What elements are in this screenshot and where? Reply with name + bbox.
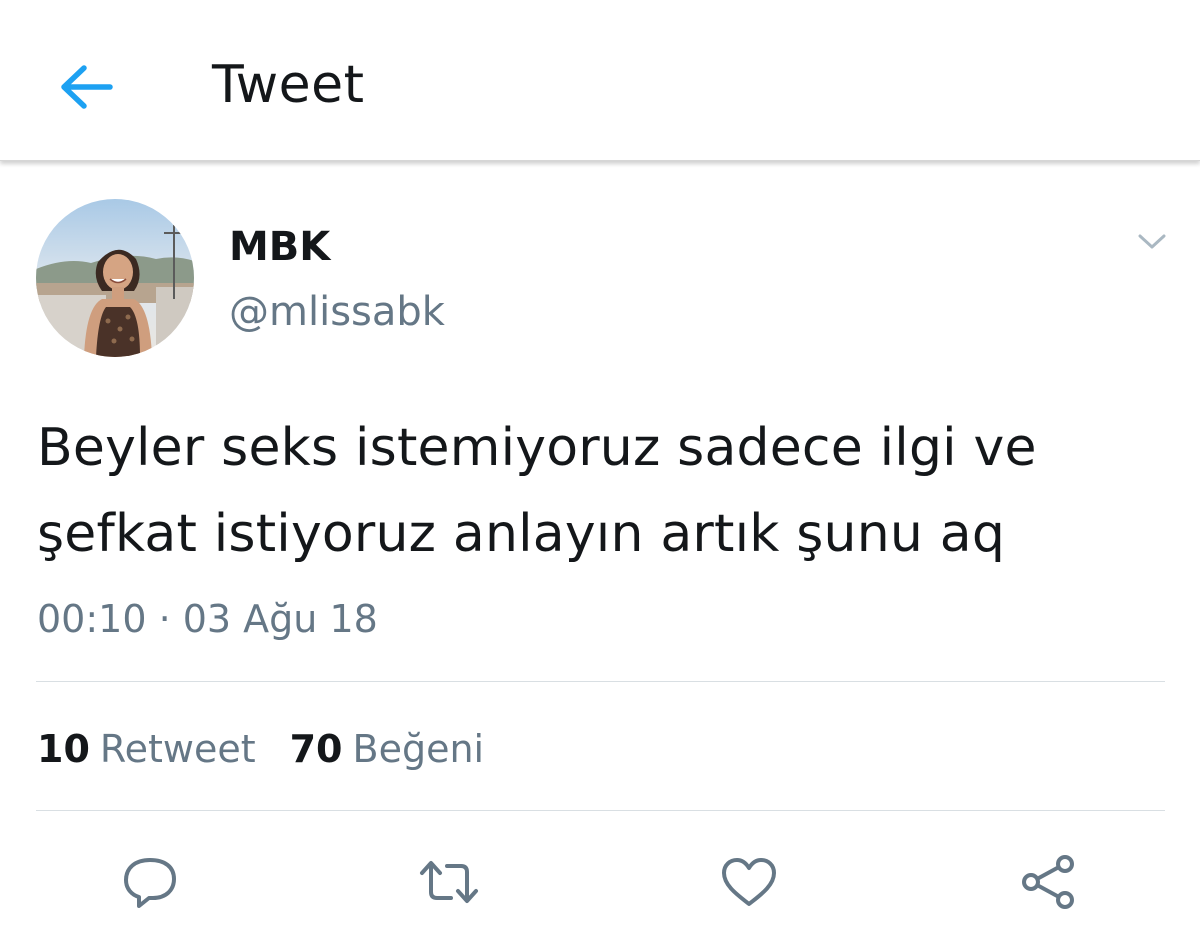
tweet-text: Beyler seks istemiyoruz sadece ilgi ve ş… (37, 418, 1037, 564)
back-button[interactable] (50, 55, 122, 119)
page-title: Tweet (212, 55, 365, 115)
retweets-stat[interactable]: 10 Retweet (37, 722, 256, 776)
likes-label: Beğeni (352, 727, 485, 771)
divider (36, 810, 1165, 811)
tweet-menu-button[interactable] (1128, 222, 1176, 262)
retweet-button[interactable] (417, 850, 481, 914)
share-button[interactable] (1017, 850, 1081, 914)
likes-stat[interactable]: 70 Beğeni (290, 722, 484, 776)
retweet-icon (420, 861, 478, 903)
like-button[interactable] (717, 850, 781, 914)
retweets-label: Retweet (99, 727, 256, 771)
reply-icon (124, 858, 176, 908)
retweets-count: 10 (37, 727, 90, 771)
chevron-down-icon (1138, 234, 1166, 249)
divider (36, 681, 1165, 682)
tweet-detail-screen: Tweet MBK @mlissabk Beyler seks istemiyo… (0, 0, 1200, 950)
likes-count: 70 (289, 727, 343, 771)
app-header: Tweet (0, 0, 1200, 161)
arrow-left-icon (61, 65, 113, 109)
author-display-name[interactable]: MBK (229, 222, 330, 272)
tweet-stats: 10 Retweet 70 Beğeni (37, 722, 484, 776)
tweet-timestamp: 00:10 · 03 Ağu 18 (37, 597, 378, 641)
heart-icon (722, 858, 776, 906)
avatar-photo (36, 199, 194, 357)
reply-button[interactable] (118, 850, 182, 914)
avatar[interactable] (36, 199, 194, 357)
share-icon (1022, 855, 1074, 909)
author-handle[interactable]: @mlissabk (229, 287, 445, 337)
